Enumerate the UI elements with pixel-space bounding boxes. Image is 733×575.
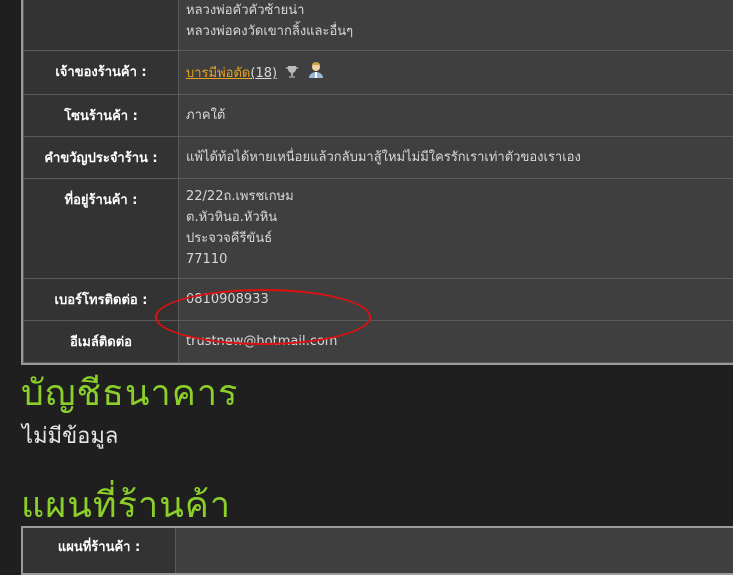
table-row: หลวงพ่อคัวคัวซ้ายน่า หลวงพ่อคงวัดเขากลิ้… <box>24 0 733 51</box>
owner-label: เจ้าของร้านค้า : <box>24 51 179 95</box>
email-label: อีเมล์ติดต่อ <box>24 321 179 363</box>
address-line: 22/22ถ.เพรชเกษม <box>186 186 733 207</box>
owner-count-link[interactable]: (18) <box>250 66 277 81</box>
address-label: ที่อยู่ร้านค้า : <box>24 179 179 279</box>
table-row: ที่อยู่ร้านค้า : 22/22ถ.เพรชเกษม ต.หัวหิ… <box>24 179 733 279</box>
zone-label: โซนร้านค้า : <box>24 95 179 137</box>
table-row: โซนร้านค้า : ภาคใต้ <box>24 95 733 137</box>
table-row: เจ้าของร้านค้า : บารมีพ่อตัด(18) <box>24 51 733 95</box>
zone-value: ภาคใต้ <box>179 95 733 137</box>
map-label: แผนที่ร้านค้า : <box>23 528 176 573</box>
bank-empty-text: ไม่มีข้อมูล <box>22 418 118 453</box>
address-line: ต.หัวหินอ.หัวหิน <box>186 207 733 228</box>
map-value-cell <box>176 528 733 573</box>
bank-heading: บัญชีธนาคาร <box>21 364 238 421</box>
address-line: ประจวจคีรีขันธ์ <box>186 228 733 249</box>
owner-value: บารมีพ่อตัด(18) <box>179 51 733 95</box>
top-line: หลวงพ่อคัวคัวซ้ายน่า <box>186 0 733 21</box>
email-highlight-ellipse <box>155 289 371 345</box>
owner-link[interactable]: บารมีพ่อตัด <box>186 66 250 81</box>
top-value-cell: หลวงพ่อคัวคัวซ้ายน่า หลวงพ่อคงวัดเขากลิ้… <box>179 0 733 51</box>
table-row: อีเมล์ติดต่อ trustnew@hotmail.com <box>24 321 733 363</box>
top-label-cell <box>24 0 179 51</box>
address-line: 77110 <box>186 249 733 270</box>
address-value: 22/22ถ.เพรชเกษม ต.หัวหินอ.หัวหิน ประจวจค… <box>179 179 733 279</box>
slogan-label: คำขวัญประจำร้าน : <box>24 137 179 179</box>
table-row: คำขวัญประจำร้าน : แพ้ได้ท้อได้หายเหนื่อย… <box>24 137 733 179</box>
trophy-icon <box>285 65 299 79</box>
map-table: แผนที่ร้านค้า : <box>21 526 733 575</box>
shop-info-table: หลวงพ่อคัวคัวซ้ายน่า หลวงพ่อคงวัดเขากลิ้… <box>21 0 733 365</box>
user-avatar-icon <box>307 61 325 79</box>
table-row: เบอร์โทรติดต่อ : 0810908933 <box>24 279 733 321</box>
top-line: หลวงพ่อคงวัดเขากลิ้งและอื่นๆ <box>186 21 733 42</box>
slogan-value: แพ้ได้ท้อได้หายเหนื่อยแล้วกลับมาสู้ใหม่ไ… <box>179 137 733 179</box>
map-heading: แผนที่ร้านค้า <box>21 476 231 533</box>
